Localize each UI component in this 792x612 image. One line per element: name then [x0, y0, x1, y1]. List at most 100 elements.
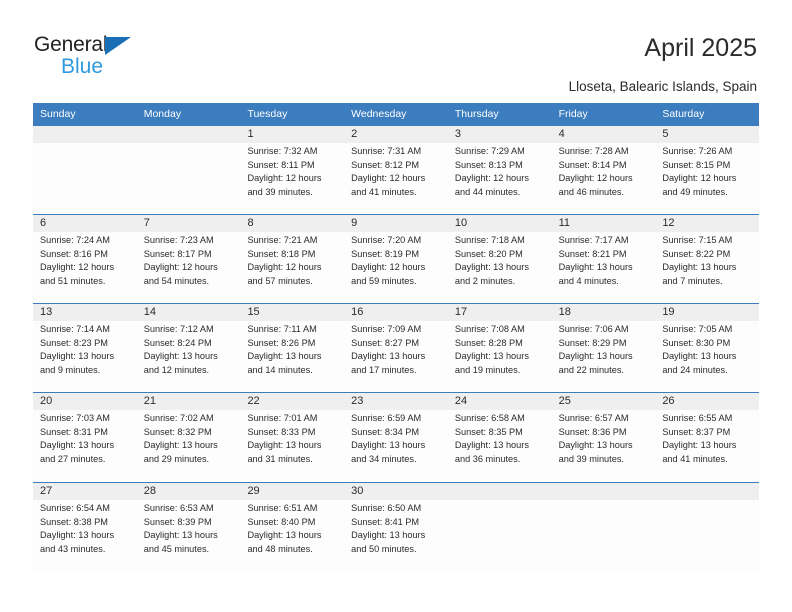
day-number: 5 [662, 128, 669, 140]
calendar-grid: Sunday Monday Tuesday Wednesday Thursday… [33, 103, 759, 572]
day-cell[interactable]: Sunrise: 7:12 AM Sunset: 8:24 PM Dayligh… [137, 321, 241, 392]
sunrise-text: Sunrise: 7:28 AM [558, 146, 629, 156]
sunset-text: Sunset: 8:34 PM [351, 426, 420, 437]
day-cell[interactable]: Sunrise: 6:58 AM Sunset: 8:35 PM Dayligh… [448, 410, 552, 482]
day-number: 22 [247, 395, 260, 407]
day-cell[interactable] [655, 500, 759, 572]
day-number: 25 [558, 395, 571, 407]
daylight-text-line1: Daylight: 13 hours [40, 530, 115, 541]
day-cell[interactable]: Sunrise: 7:14 AM Sunset: 8:23 PM Dayligh… [33, 321, 137, 392]
day-cell[interactable] [552, 500, 656, 572]
day-cell[interactable]: Sunrise: 7:32 AM Sunset: 8:11 PM Dayligh… [240, 143, 344, 214]
week-detail-row: Sunrise: 7:14 AM Sunset: 8:23 PM Dayligh… [33, 321, 759, 392]
day-number: 14 [143, 306, 156, 318]
brand-name-blue: Blue [61, 55, 104, 78]
sunset-text: Sunset: 8:41 PM [351, 516, 420, 527]
day-cell[interactable]: Sunrise: 7:31 AM Sunset: 8:12 PM Dayligh… [344, 143, 448, 214]
daylight-text-line1: Daylight: 12 hours [662, 173, 737, 184]
sunrise-text: Sunrise: 7:21 AM [247, 235, 318, 245]
sunset-text: Sunset: 8:37 PM [662, 426, 731, 437]
daylight-text-line2: and 51 minutes. [40, 275, 106, 286]
day-of-week-header: Sunday Monday Tuesday Wednesday Thursday… [33, 103, 759, 125]
sunset-text: Sunset: 8:16 PM [40, 248, 108, 259]
daylight-text-line1: Daylight: 13 hours [351, 351, 426, 362]
sunrise-text: Sunrise: 7:05 AM [662, 324, 733, 334]
calendar-week: 27 28 29 30 Sunrise: 6:54 AM Sunset: 8:3… [33, 482, 759, 572]
daylight-text-line2: and 14 minutes. [247, 364, 313, 375]
day-cell[interactable]: Sunrise: 7:21 AM Sunset: 8:18 PM Dayligh… [240, 232, 344, 303]
day-number [448, 483, 552, 500]
day-cell[interactable]: Sunrise: 7:09 AM Sunset: 8:27 PM Dayligh… [344, 321, 448, 392]
sunrise-text: Sunrise: 6:58 AM [454, 413, 525, 423]
sunset-text: Sunset: 8:36 PM [558, 426, 627, 437]
day-cell[interactable]: Sunrise: 7:17 AM Sunset: 8:21 PM Dayligh… [552, 232, 656, 303]
day-cell[interactable]: Sunrise: 7:15 AM Sunset: 8:22 PM Dayligh… [655, 232, 759, 303]
daylight-text-line2: and 41 minutes. [351, 186, 417, 197]
day-cell[interactable]: Sunrise: 7:23 AM Sunset: 8:17 PM Dayligh… [137, 232, 241, 303]
day-number: 9 [351, 217, 358, 229]
day-cell[interactable]: Sunrise: 6:53 AM Sunset: 8:39 PM Dayligh… [137, 500, 241, 572]
sunset-text: Sunset: 8:30 PM [662, 337, 731, 348]
day-number: 27 [40, 485, 53, 497]
day-number [33, 126, 137, 143]
day-cell[interactable]: Sunrise: 7:29 AM Sunset: 8:13 PM Dayligh… [448, 143, 552, 214]
day-number: 23 [351, 395, 364, 407]
dow-friday: Friday [558, 108, 588, 120]
day-cell[interactable]: Sunrise: 7:03 AM Sunset: 8:31 PM Dayligh… [33, 410, 137, 482]
sunset-text: Sunset: 8:35 PM [454, 426, 523, 437]
day-cell[interactable]: Sunrise: 7:26 AM Sunset: 8:15 PM Dayligh… [655, 143, 759, 214]
day-cell[interactable]: Sunrise: 7:05 AM Sunset: 8:30 PM Dayligh… [655, 321, 759, 392]
daylight-text-line2: and 36 minutes. [454, 453, 521, 464]
day-cell[interactable]: Sunrise: 7:02 AM Sunset: 8:32 PM Dayligh… [137, 410, 241, 482]
day-cell[interactable]: Sunrise: 6:59 AM Sunset: 8:34 PM Dayligh… [344, 410, 448, 482]
day-cell[interactable]: Sunrise: 7:01 AM Sunset: 8:33 PM Dayligh… [240, 410, 344, 482]
brand-logo[interactable]: General Blue [34, 33, 154, 81]
sunrise-text: Sunrise: 7:18 AM [454, 235, 525, 245]
daylight-text-line2: and 29 minutes. [143, 453, 210, 464]
sunrise-text: Sunrise: 7:12 AM [143, 324, 214, 334]
day-cell[interactable] [33, 143, 137, 214]
daylight-text-line2: and 57 minutes. [247, 275, 313, 286]
day-cell[interactable]: Sunrise: 6:54 AM Sunset: 8:38 PM Dayligh… [33, 500, 137, 572]
daylight-text-line2: and 24 minutes. [662, 364, 728, 375]
day-cell[interactable]: Sunrise: 6:55 AM Sunset: 8:37 PM Dayligh… [655, 410, 759, 482]
daylight-text-line2: and 4 minutes. [558, 275, 619, 286]
day-number [137, 126, 241, 143]
day-number: 2 [351, 128, 358, 140]
day-cell[interactable]: Sunrise: 7:24 AM Sunset: 8:16 PM Dayligh… [33, 232, 137, 303]
day-cell[interactable]: Sunrise: 6:50 AM Sunset: 8:41 PM Dayligh… [344, 500, 448, 572]
day-cell[interactable]: Sunrise: 6:51 AM Sunset: 8:40 PM Dayligh… [240, 500, 344, 572]
day-cell[interactable] [448, 500, 552, 572]
sunset-text: Sunset: 8:26 PM [247, 337, 316, 348]
daylight-text-line2: and 31 minutes. [247, 453, 313, 464]
daylight-text-line2: and 12 minutes. [143, 364, 210, 375]
day-cell[interactable]: Sunrise: 7:18 AM Sunset: 8:20 PM Dayligh… [448, 232, 552, 303]
sunrise-text: Sunrise: 7:06 AM [558, 324, 629, 334]
sunrise-text: Sunrise: 7:03 AM [40, 413, 110, 423]
day-number: 17 [454, 306, 468, 318]
sunset-text: Sunset: 8:18 PM [247, 248, 316, 259]
sunset-text: Sunset: 8:29 PM [558, 337, 627, 348]
day-number: 12 [662, 217, 675, 229]
daylight-text-line1: Daylight: 13 hours [247, 440, 322, 451]
sunrise-text: Sunrise: 6:55 AM [662, 413, 733, 423]
sunrise-text: Sunrise: 7:29 AM [454, 146, 525, 156]
day-number: 26 [662, 395, 675, 407]
sunrise-text: Sunrise: 7:20 AM [351, 235, 422, 245]
day-cell[interactable]: Sunrise: 6:57 AM Sunset: 8:36 PM Dayligh… [552, 410, 656, 482]
daylight-text-line1: Daylight: 12 hours [351, 173, 426, 184]
sunrise-text: Sunrise: 6:54 AM [40, 503, 110, 513]
day-cell[interactable] [137, 143, 241, 214]
sunset-text: Sunset: 8:38 PM [40, 516, 108, 527]
daylight-text-line1: Daylight: 13 hours [143, 440, 218, 451]
day-cell[interactable]: Sunrise: 7:28 AM Sunset: 8:14 PM Dayligh… [552, 143, 656, 214]
day-cell[interactable]: Sunrise: 7:06 AM Sunset: 8:29 PM Dayligh… [552, 321, 656, 392]
day-cell[interactable]: Sunrise: 7:11 AM Sunset: 8:26 PM Dayligh… [240, 321, 344, 392]
daylight-text-line1: Daylight: 13 hours [351, 530, 426, 541]
sunset-text: Sunset: 8:28 PM [454, 337, 523, 348]
day-cell[interactable]: Sunrise: 7:08 AM Sunset: 8:28 PM Dayligh… [448, 321, 552, 392]
day-cell[interactable]: Sunrise: 7:20 AM Sunset: 8:19 PM Dayligh… [344, 232, 448, 303]
day-number: 13 [40, 306, 53, 318]
sunset-text: Sunset: 8:14 PM [558, 159, 627, 170]
dow-tuesday: Tuesday [247, 108, 288, 120]
